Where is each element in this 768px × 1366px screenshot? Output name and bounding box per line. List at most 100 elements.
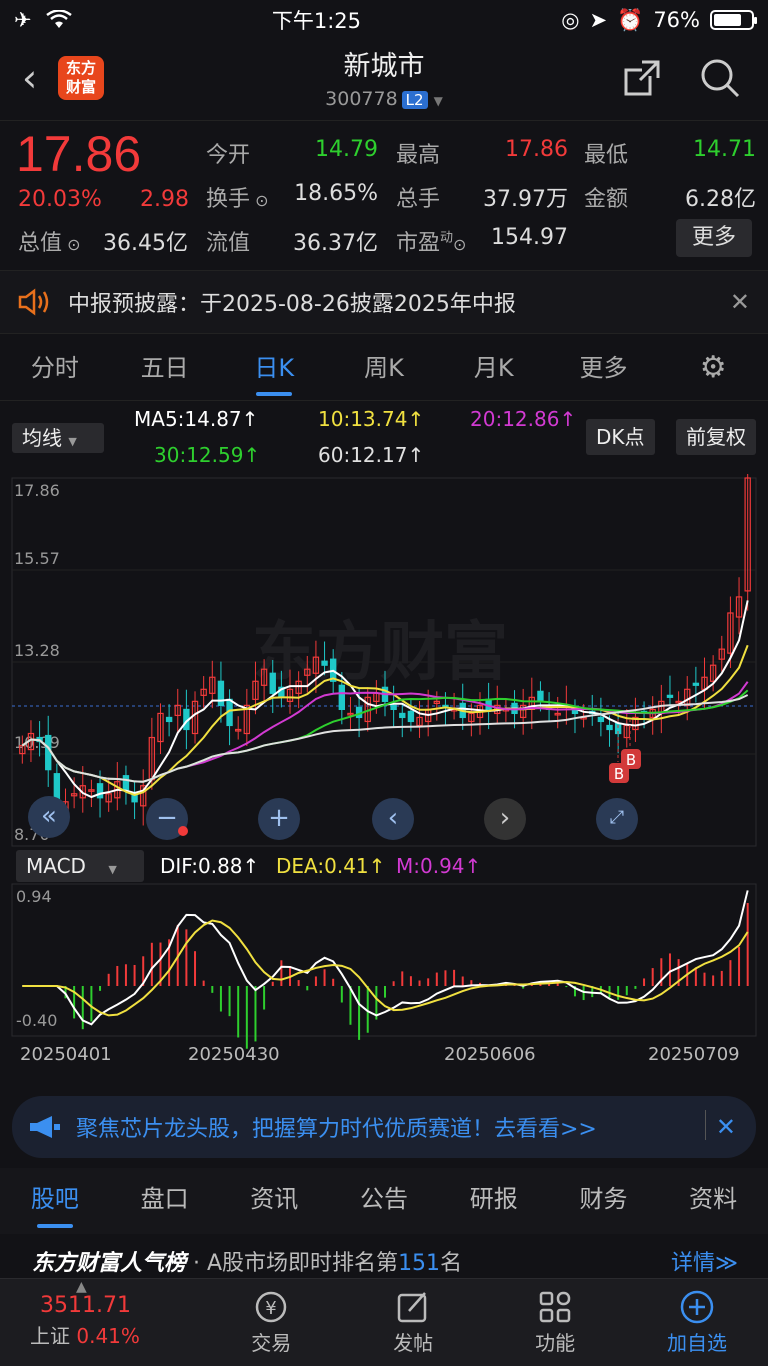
kline-svg[interactable]: 东方财富17.8615.5713.2810.998.70BB0.94-0.402… <box>0 467 768 1084</box>
candle-body <box>597 716 605 723</box>
promo-text: 聚焦芯片龙头股，把握算力时代优质赛道！去看看>> <box>76 1117 597 1142</box>
popularity-rank[interactable]: 东方财富人气榜 · A股市场即时排名第151名 详情≫ <box>0 1238 768 1278</box>
b-signal-label: B <box>626 751 636 769</box>
quote-panel: 17.86 20.03% 2.98 今开 14.79 最高 17.86 最低 1… <box>0 120 768 270</box>
ma10-value: 10:13.74↑ <box>318 407 425 431</box>
candle-body <box>338 684 346 711</box>
adjust-button[interactable]: 前复权 <box>676 419 756 455</box>
date-axis-label: 20250709 <box>648 1044 740 1065</box>
macd-selector[interactable]: MACD ▼ <box>16 850 144 882</box>
m-value: M:0.94↑ <box>396 854 482 878</box>
change-percent: 20.03% <box>18 187 102 212</box>
price-axis-label: 17.86 <box>14 481 60 500</box>
candle-body <box>692 682 700 686</box>
wifi-icon <box>45 10 72 28</box>
open-label: 今开 <box>206 143 251 168</box>
tab-daily-k[interactable]: 日K <box>219 340 329 398</box>
rank-number: 151 <box>398 1251 441 1276</box>
lock-rotation-icon: ◎ <box>561 8 580 32</box>
tab-monthly-k[interactable]: 月K <box>439 340 549 398</box>
search-icon[interactable] <box>698 56 742 100</box>
pe-value: 154.97 <box>491 225 568 250</box>
tabbar-trade[interactable]: ¥ 交易 <box>200 1279 342 1366</box>
ma-selector[interactable]: 均线 ▼ <box>12 423 104 453</box>
tab-forum[interactable]: 股吧 <box>0 1168 110 1234</box>
amount-label: 金额 <box>584 187 629 212</box>
tab-profile[interactable]: 资料 <box>658 1168 768 1234</box>
caret-up-icon: ▲ <box>76 1279 87 1295</box>
turnover-label[interactable]: 换手 ⊙ <box>206 181 269 213</box>
tab-more[interactable]: 更多 <box>549 340 659 398</box>
scroll-right-button[interactable]: › <box>484 798 526 840</box>
status-bar: ✈ 下午1:25 ◎ ➤ ⏰ 76% <box>0 0 768 40</box>
candle-body <box>269 672 276 694</box>
section-tabs: 股吧 盘口 资讯 公告 研报 财务 资料 <box>0 1168 768 1234</box>
index-value: 3511.71 <box>40 1293 131 1318</box>
high-label: 最高 <box>396 143 441 168</box>
dk-point-button[interactable]: DK点 <box>586 419 655 455</box>
close-icon[interactable]: ✕ <box>730 288 750 316</box>
settings-gear-icon[interactable]: ⚙ <box>658 340 768 398</box>
candle-body <box>399 712 406 719</box>
close-icon[interactable]: ✕ <box>716 1113 736 1141</box>
notice-bar[interactable]: 中报预披露：于2025-08-26披露2025年中报 ✕ <box>0 270 768 334</box>
scroll-left-button[interactable]: ‹ <box>372 798 414 840</box>
ma5-value: MA5:14.87↑ <box>134 407 259 431</box>
tabbar-post[interactable]: 发帖 <box>342 1279 484 1366</box>
bottom-tabbar: ▲ 3511.71 上证 0.41% ¥ 交易 发帖 功能 加自选 <box>0 1278 768 1366</box>
status-time: 下午1:25 <box>271 9 361 33</box>
candle-body <box>390 704 397 711</box>
scroll-left-far-icon[interactable]: « <box>28 796 70 838</box>
kline-chart[interactable]: 东方财富 17.86 15.57 13.28 10.99 8.70 B B 0.94 -0.40 2… <box>0 467 768 1084</box>
price-axis-label: 10.99 <box>14 733 60 752</box>
tab-five-day[interactable]: 五日 <box>110 340 220 398</box>
open-value: 14.79 <box>315 137 378 162</box>
more-button[interactable]: 更多 <box>676 219 752 257</box>
tab-announcements[interactable]: 公告 <box>329 1168 439 1234</box>
macd-axis-label: -0.40 <box>16 1011 57 1030</box>
megaphone-icon <box>30 1116 60 1138</box>
change-amount: 2.98 <box>140 187 189 212</box>
candle-body <box>96 783 104 799</box>
tab-orderbook[interactable]: 盘口 <box>110 1168 220 1234</box>
amount-value: 6.28亿 <box>685 187 756 212</box>
battery-icon <box>710 10 757 30</box>
turnover-value: 18.65% <box>294 181 378 206</box>
svg-text:¥: ¥ <box>266 1298 277 1319</box>
promo-banner[interactable]: 聚焦芯片龙头股，把握算力时代优质赛道！去看看>> ✕ <box>12 1096 756 1158</box>
pe-label[interactable]: 市盈动⊙ <box>396 225 466 257</box>
date-axis-label: 20250606 <box>444 1044 536 1065</box>
location-icon: ➤ <box>589 8 608 32</box>
yen-circle-icon: ¥ <box>256 1291 287 1323</box>
share-icon[interactable] <box>620 56 664 100</box>
tabbar-add-watchlist[interactable]: 加自选 <box>626 1279 768 1366</box>
tab-weekly-k[interactable]: 周K <box>329 340 439 398</box>
tab-news[interactable]: 资讯 <box>219 1168 329 1234</box>
tabbar-functions[interactable]: 功能 <box>484 1279 626 1366</box>
rank-detail-link[interactable]: 详情≫ <box>671 1238 738 1278</box>
volume-label: 总手 <box>396 187 441 212</box>
macd-axis-label: 0.94 <box>16 887 52 906</box>
candle-body <box>666 694 674 698</box>
dea-value: DEA:0.41↑ <box>276 854 386 878</box>
airplane-icon: ✈ <box>14 8 32 32</box>
rank-brand: 东方财富人气榜 <box>32 1251 187 1276</box>
candle-body <box>45 734 52 771</box>
dropdown-icon: ▼ <box>68 435 77 448</box>
tab-financials[interactable]: 财务 <box>549 1168 659 1234</box>
date-axis-label: 20250430 <box>188 1044 280 1065</box>
fullscreen-icon[interactable]: ⤢ <box>596 798 638 840</box>
tab-intraday[interactable]: 分时 <box>0 340 110 398</box>
zoom-in-button[interactable]: + <box>258 798 300 840</box>
float-value: 36.37亿 <box>293 231 378 256</box>
tab-research[interactable]: 研报 <box>439 1168 549 1234</box>
mktcap-label[interactable]: 总值 ⊙ <box>18 225 81 257</box>
l2-badge: L2 <box>401 91 428 109</box>
candle-body <box>407 710 415 723</box>
index-ticker[interactable]: ▲ 3511.71 上证 0.41% <box>0 1279 200 1366</box>
date-axis-label: 20250401 <box>20 1044 112 1065</box>
volume-value: 37.97万 <box>483 187 568 212</box>
low-label: 最低 <box>584 143 629 168</box>
price-axis-label: 15.57 <box>14 549 60 568</box>
candle-body <box>165 716 173 723</box>
